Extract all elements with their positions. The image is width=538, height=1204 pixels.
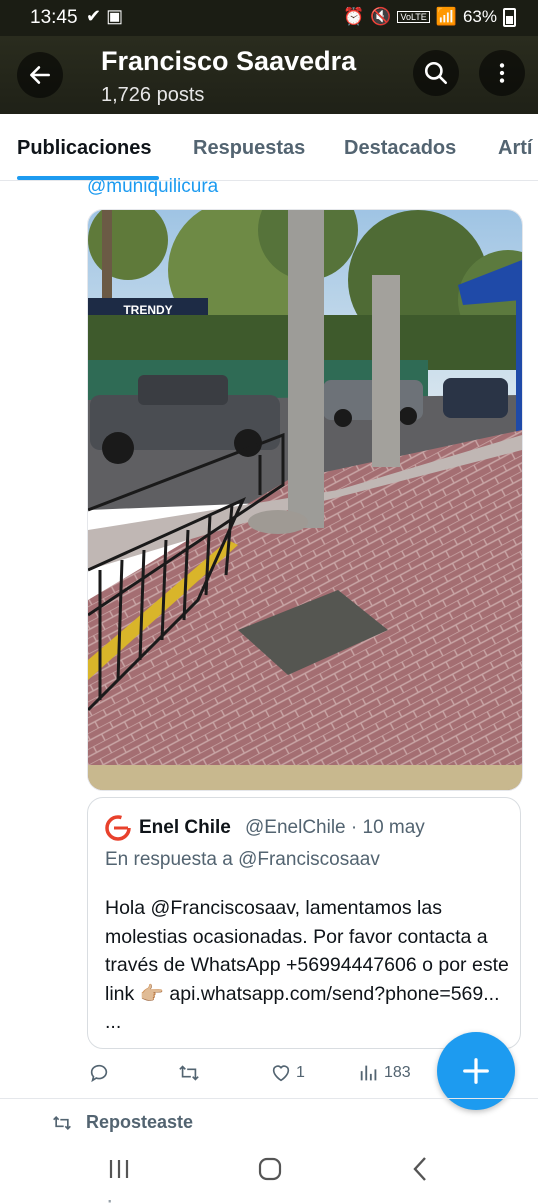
status-bar: 13:45 ✔ ▣ ⏰ 🔇 VoLTE 📶 63% [0, 0, 538, 36]
repost-icon [179, 1065, 199, 1081]
home-button[interactable] [255, 1154, 285, 1184]
street-scene-image: TRENDY [88, 210, 522, 790]
quote-text: Hola @Franciscosaav, lamentamos las mole… [105, 897, 509, 1033]
quoted-tweet[interactable]: Enel Chile @EnelChile · 10 may En respue… [87, 797, 521, 1049]
views-button[interactable]: 183 [358, 1062, 411, 1084]
post-divider [0, 1098, 538, 1099]
mute-icon: 🔇 [370, 7, 392, 26]
quote-author-handle: @EnelChile · 10 may [245, 817, 425, 838]
tab-destacados[interactable]: Destacados [344, 137, 456, 160]
notification-icons: ✔ ▣ [86, 6, 124, 26]
views-count: 183 [384, 1064, 411, 1081]
battery-text: 63% [462, 7, 497, 26]
profile-header: Francisco Saavedra 1,726 posts [0, 36, 538, 114]
trendy-sign: TRENDY [123, 303, 172, 317]
alarm-icon: ⏰ [343, 7, 365, 26]
repost-button[interactable] [177, 1062, 201, 1084]
status-right: ⏰ 🔇 VoLTE 📶 63% [343, 7, 516, 27]
mention-link[interactable]: @muniquilicura [87, 176, 218, 198]
like-count: 1 [296, 1064, 305, 1081]
reply-icon [90, 1064, 108, 1083]
battery-icon [503, 7, 516, 27]
views-chart-icon [360, 1065, 377, 1081]
tab-publicaciones[interactable]: Publicaciones [17, 137, 152, 160]
system-nav-bar [0, 1140, 538, 1200]
status-time: 13:45 [30, 7, 78, 28]
back-button[interactable] [17, 52, 63, 98]
post-count: 1,726 posts [101, 84, 205, 106]
search-icon [424, 61, 448, 85]
post-photo[interactable]: TRENDY [87, 209, 523, 791]
home-icon [258, 1157, 282, 1181]
more-vertical-icon [499, 63, 505, 83]
tab-articulos[interactable]: Artí [498, 137, 532, 160]
reply-button[interactable] [88, 1062, 110, 1084]
recents-icon [109, 1160, 129, 1178]
volte-icon: VoLTE [397, 11, 430, 23]
plus-icon [463, 1058, 489, 1084]
signal-icon: 📶 [435, 7, 457, 26]
tab-respuestas[interactable]: Respuestas [193, 137, 305, 160]
chevron-left-icon [413, 1157, 426, 1181]
heart-icon [272, 1065, 290, 1082]
quote-reply-context: En respuesta a @Franciscosaav [105, 849, 380, 870]
quote-author-name[interactable]: Enel Chile [139, 817, 231, 839]
search-button[interactable] [413, 50, 459, 96]
reposted-label: Reposteaste [86, 1112, 194, 1132]
recent-apps-button[interactable] [104, 1154, 134, 1184]
profile-name: Francisco Saavedra [101, 46, 357, 76]
profile-tabs: Publicaciones Respuestas Destacados Artí [0, 114, 538, 181]
back-nav-button[interactable] [405, 1154, 435, 1184]
arrow-left-icon [30, 66, 50, 84]
enel-logo-icon [105, 815, 131, 841]
like-button[interactable]: 1 [270, 1062, 305, 1084]
repost-small-icon [53, 1115, 71, 1130]
more-options-button[interactable] [479, 50, 525, 96]
reposted-indicator: Reposteaste [50, 1112, 193, 1133]
